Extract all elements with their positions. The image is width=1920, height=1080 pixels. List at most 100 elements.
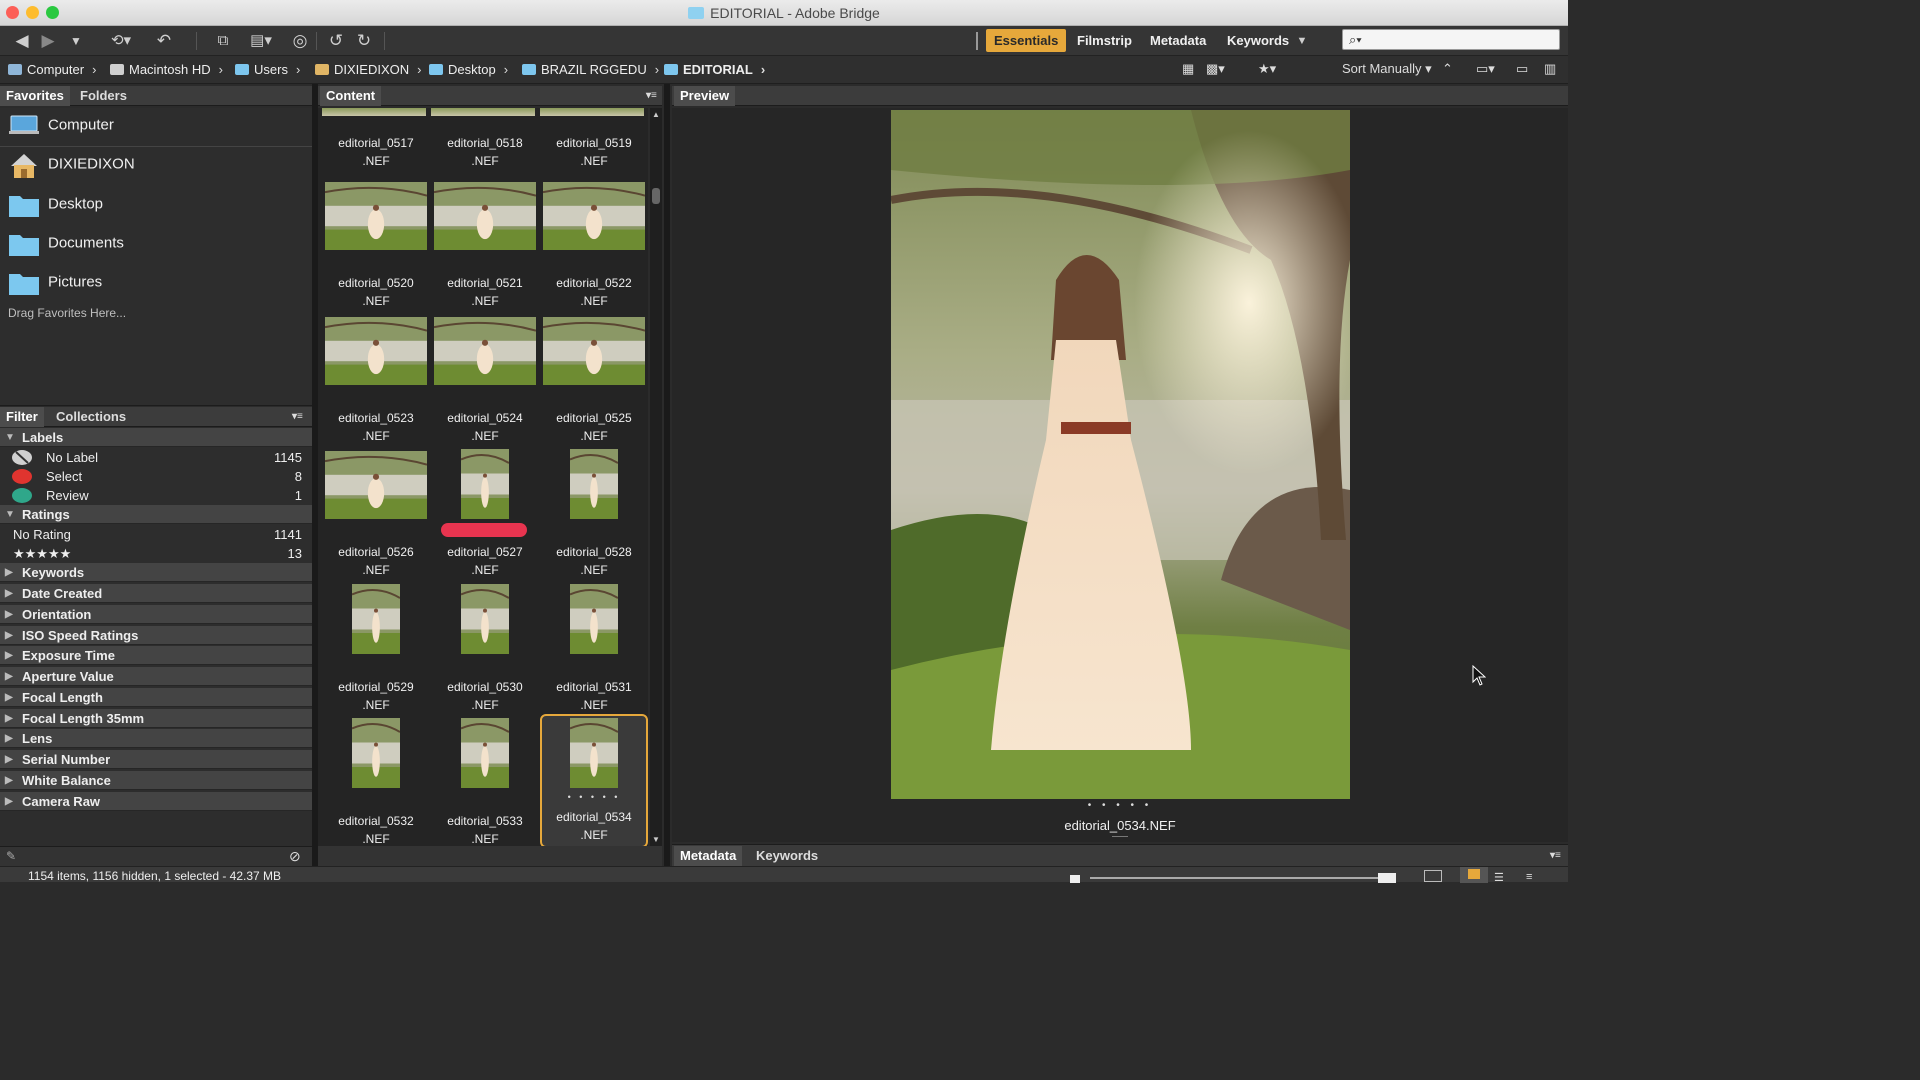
tab-metadata[interactable]: Metadata — [674, 846, 743, 866]
tab-collections[interactable]: Collections — [50, 407, 132, 427]
content-scrollbar[interactable]: ▲ ▼ — [650, 108, 662, 846]
rotate-right-icon[interactable]: ↻ — [352, 30, 376, 52]
thumbnail-editorial_0521[interactable]: editorial_0521 .NEF — [431, 180, 539, 314]
filter-section-orientation[interactable]: ▶ Orientation — [0, 605, 312, 624]
breadcrumb-users[interactable]: Users › — [235, 62, 300, 77]
view-list-icon[interactable]: ≡ — [1526, 871, 1532, 883]
rating-filter-icon[interactable]: ★▾ — [1258, 61, 1276, 77]
view-details-icon[interactable]: ☰ — [1494, 871, 1504, 884]
filter-section-focal-length[interactable]: ▶ Focal Length — [0, 688, 312, 707]
scroll-down-icon[interactable]: ▼ — [652, 835, 660, 844]
thumbnail-editorial_0523[interactable]: editorial_0523 .NEF — [322, 315, 430, 449]
filter-section-serial-number[interactable]: ▶ Serial Number — [0, 750, 312, 769]
rotate-left-icon[interactable]: ↺ — [324, 30, 348, 52]
thumbnail-size-slider[interactable] — [1090, 877, 1380, 879]
breadcrumb-brazil-rggedu[interactable]: BRAZIL RGGEDU › — [522, 62, 659, 77]
filter-section-white-balance[interactable]: ▶ White Balance — [0, 771, 312, 790]
preview-image[interactable] — [891, 110, 1350, 799]
thumbnail-editorial_0533[interactable]: editorial_0533 .NEF — [431, 718, 539, 846]
breadcrumb-editorial[interactable]: EDITORIAL › — [664, 62, 765, 77]
favorite-desktop[interactable]: Desktop — [8, 192, 103, 222]
filter-label-review[interactable]: Review 1 — [0, 486, 312, 505]
refine-icon[interactable]: ▤▾ — [244, 30, 278, 52]
thumbnail-editorial_0530[interactable]: editorial_0530 .NEF — [431, 584, 539, 718]
filter-rating-five-stars[interactable]: ★★★★★ 13 — [0, 544, 312, 563]
tab-keywords[interactable]: Keywords — [750, 846, 824, 866]
thumbnail-editorial_0522[interactable]: editorial_0522 .NEF — [540, 180, 648, 314]
sort-dropdown[interactable]: Sort Manually ▾ — [1342, 61, 1432, 77]
thumbnail-quality-icon[interactable]: ▦ — [1182, 61, 1194, 77]
new-folder-icon[interactable]: ▭ — [1516, 61, 1528, 77]
open-in-camera-raw-icon[interactable]: ◎ — [288, 30, 312, 52]
thumbnail-editorial_0525[interactable]: editorial_0525 .NEF — [540, 315, 648, 449]
tab-filter[interactable]: Filter — [0, 407, 44, 427]
workspace-essentials[interactable]: Essentials — [986, 29, 1067, 52]
get-photos-icon[interactable]: ⧉ — [210, 30, 236, 52]
filter-section-camera-raw[interactable]: ▶ Camera Raw — [0, 792, 312, 811]
filter-label-select[interactable]: Select 8 — [0, 467, 312, 486]
workspace-menu-icon[interactable]: ▼ — [1294, 30, 1310, 52]
favorite-documents[interactable]: Documents — [8, 231, 124, 261]
filter-section-exposure-time[interactable]: ▶ Exposure Time — [0, 646, 312, 665]
favorite-dixiedixon[interactable]: DIXIEDIXON — [8, 152, 135, 182]
filter-label-no-label[interactable]: No Label 1145 — [0, 448, 312, 467]
breadcrumb-desktop[interactable]: Desktop › — [429, 62, 508, 77]
thumbnail-size-small-icon[interactable] — [1070, 875, 1080, 883]
breadcrumb-computer[interactable]: Computer › — [8, 62, 96, 77]
delete-icon[interactable]: ▥ — [1544, 61, 1556, 77]
panel-splitter[interactable] — [664, 84, 670, 866]
thumbnail-size-large-icon[interactable] — [1378, 873, 1396, 883]
clear-filter-icon[interactable]: ⊘ — [289, 848, 301, 865]
filter-section-labels[interactable]: ▼ Labels — [0, 428, 312, 447]
panel-menu-icon[interactable]: ▾≡ — [640, 86, 663, 106]
resize-grip[interactable] — [1112, 836, 1128, 837]
breadcrumb-macintosh-hd[interactable]: Macintosh HD › — [110, 62, 223, 77]
thumbnail-editorial_0528[interactable]: editorial_0528 .NEF — [540, 449, 648, 583]
filter-section-keywords[interactable]: ▶ Keywords — [0, 563, 312, 582]
open-recent-folder-icon[interactable]: ▭▾ — [1476, 61, 1495, 77]
thumbnail-editorial_0527[interactable]: editorial_0527 .NEF — [431, 449, 539, 583]
filter-section-iso[interactable]: ▶ ISO Speed Ratings — [0, 626, 312, 645]
scroll-up-icon[interactable]: ▲ — [652, 110, 660, 119]
sort-ascending-icon[interactable]: ⌃ — [1442, 61, 1453, 77]
filter-section-date-created[interactable]: ▶ Date Created — [0, 584, 312, 603]
breadcrumb-dixiedixon[interactable]: DIXIEDIXON › — [315, 62, 421, 77]
workspace-filmstrip[interactable]: Filmstrip — [1069, 29, 1140, 52]
history-dropdown-icon[interactable]: ▼ — [66, 30, 86, 52]
filter-section-lens[interactable]: ▶ Lens — [0, 729, 312, 748]
return-to-photoshop-icon[interactable]: ↶ — [152, 30, 176, 52]
workspace-metadata[interactable]: Metadata — [1142, 29, 1214, 52]
favorite-computer[interactable]: Computer — [8, 113, 114, 143]
lock-thumbnail-grid-icon[interactable] — [1424, 870, 1442, 882]
tab-content[interactable]: Content — [320, 86, 382, 106]
scroll-thumb[interactable] — [652, 188, 660, 204]
thumbnail-editorial_0526[interactable]: editorial_0526 .NEF — [322, 449, 430, 583]
tab-preview[interactable]: Preview — [674, 86, 736, 106]
thumbnail-editorial_0529[interactable]: editorial_0529 .NEF — [322, 584, 430, 718]
panel-menu-icon[interactable]: ▾≡ — [286, 407, 309, 427]
view-thumbnails-icon[interactable] — [1460, 867, 1488, 883]
view-options-icon[interactable]: ▩▾ — [1206, 61, 1225, 77]
filter-section-focal-length-35mm[interactable]: ▶ Focal Length 35mm — [0, 709, 312, 728]
forward-icon[interactable]: ▶ — [36, 30, 60, 52]
search-input[interactable]: ⌕▾ — [1342, 29, 1560, 50]
thumbnail-editorial_0531[interactable]: editorial_0531 .NEF — [540, 584, 648, 718]
tab-favorites[interactable]: Favorites — [0, 86, 70, 106]
reveal-recent-icon[interactable]: ⟲▾ — [104, 30, 138, 52]
rating-dots[interactable]: • • • • • — [542, 792, 646, 802]
thumbnail-editorial_0534[interactable]: • • • • • editorial_0534 .NEF — [540, 714, 648, 846]
panel-resize-handle[interactable] — [0, 398, 312, 406]
panel-menu-icon[interactable]: ▾≡ — [1544, 846, 1567, 866]
thumbnail-editorial_0524[interactable]: editorial_0524 .NEF — [431, 315, 539, 449]
pin-icon[interactable]: ✎ — [6, 849, 16, 863]
back-icon[interactable]: ◀ — [10, 30, 34, 52]
workspace-keywords[interactable]: Keywords — [1219, 29, 1297, 52]
filter-section-ratings[interactable]: ▼ Ratings — [0, 505, 312, 524]
thumbnail-editorial_0520[interactable]: editorial_0520 .NEF — [322, 180, 430, 314]
favorite-pictures[interactable]: Pictures — [8, 270, 102, 300]
filter-rating-none[interactable]: No Rating 1141 — [0, 525, 312, 544]
thumbnail-editorial_0532[interactable]: editorial_0532 .NEF — [322, 718, 430, 846]
rating-dots[interactable]: • • • • • — [672, 800, 1568, 811]
tab-folders[interactable]: Folders — [74, 86, 133, 106]
filter-section-aperture[interactable]: ▶ Aperture Value — [0, 667, 312, 686]
